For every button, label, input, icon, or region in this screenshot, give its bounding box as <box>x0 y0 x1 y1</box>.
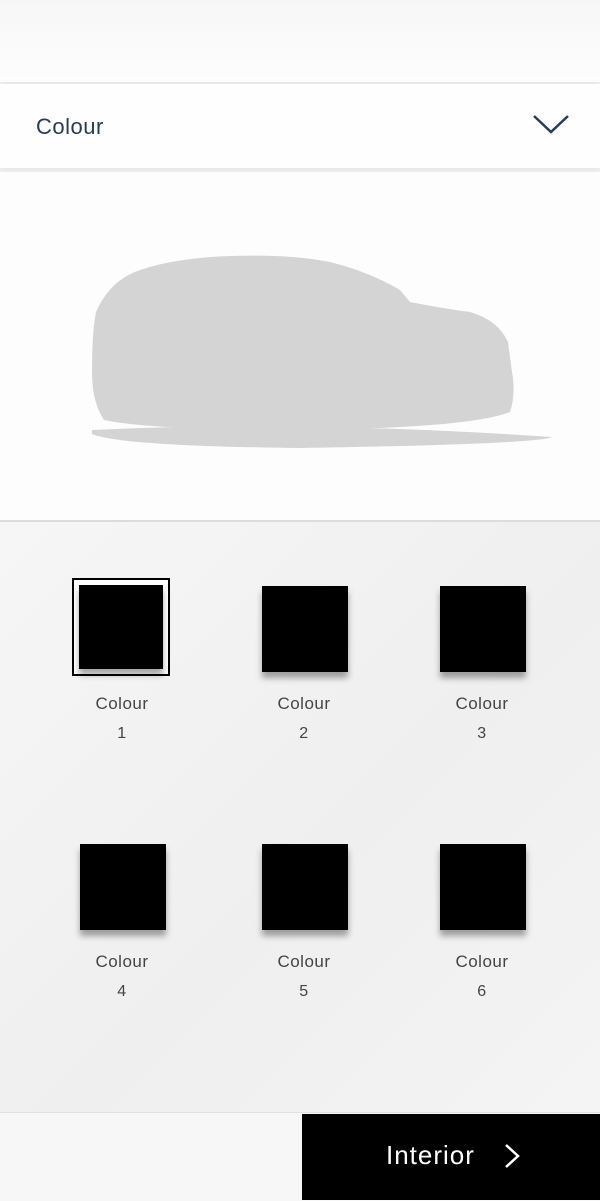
car-silhouette-icon <box>92 255 552 448</box>
colour-swatch-6[interactable]: Colour 6 <box>422 844 542 1014</box>
colour-swatch-4[interactable]: Colour 4 <box>62 844 182 1014</box>
swatch-label: Colour <box>95 694 149 713</box>
colour-swatch-3[interactable]: Colour 3 <box>422 586 542 756</box>
swatch-panel: Colour 1 Colour 2 Colour 3 Colour 4 Colo… <box>0 522 600 1112</box>
swatch-number: 3 <box>477 725 487 742</box>
swatch-label: Colour <box>95 952 149 971</box>
swatch-number: 4 <box>117 983 127 1000</box>
colour-swatch-1[interactable]: Colour 1 <box>62 578 182 756</box>
swatch-label: Colour <box>277 952 331 971</box>
swatch-number: 5 <box>299 983 309 1000</box>
colour-section-header[interactable]: Colour <box>0 84 600 168</box>
colour-swatch-2[interactable]: Colour 2 <box>244 586 364 756</box>
swatch-color <box>440 844 526 930</box>
interior-next-button[interactable]: Interior <box>302 1114 600 1200</box>
chevron-right-icon <box>505 1144 520 1168</box>
section-title: Colour <box>36 114 104 139</box>
chevron-down-icon[interactable] <box>532 112 570 136</box>
swatch-label: Colour <box>277 694 331 713</box>
next-button-label: Interior <box>386 1140 475 1170</box>
swatch-color <box>262 586 348 672</box>
swatch-number: 1 <box>117 725 127 742</box>
swatch-number: 2 <box>299 725 309 742</box>
swatch-color <box>440 586 526 672</box>
car-preview <box>0 172 600 520</box>
swatch-label: Colour <box>455 952 509 971</box>
swatch-number: 6 <box>477 983 487 1000</box>
colour-swatch-5[interactable]: Colour 5 <box>244 844 364 1014</box>
top-bar <box>0 0 600 82</box>
swatch-label: Colour <box>455 694 509 713</box>
swatch-color <box>262 844 348 930</box>
swatch-color <box>79 585 163 669</box>
swatch-color <box>80 844 166 930</box>
